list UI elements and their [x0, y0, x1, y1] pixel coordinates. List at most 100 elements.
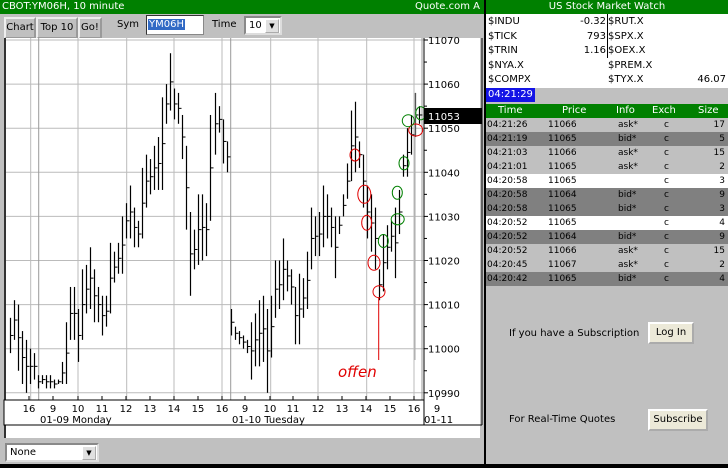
price-bar	[133, 207, 138, 248]
watch-row-compx[interactable]: $COMPX	[488, 73, 606, 87]
x-tick-label: 12	[120, 404, 133, 415]
trade-row: 04:21:03 11066 ask* c 15	[486, 146, 728, 160]
trade-price: 11065	[548, 274, 577, 284]
trade-price: 11065	[548, 204, 577, 214]
price-bar	[161, 97, 166, 190]
watch-row-rutx[interactable]: $RUT.X	[608, 15, 726, 29]
price-bar	[205, 203, 210, 257]
watch-row-trin[interactable]: $TRIN 1.16	[488, 44, 606, 58]
x-tick-label: 13	[336, 404, 349, 415]
trade-row: 04:20:45 11067 ask* c 2	[486, 258, 728, 272]
price-bar	[342, 194, 347, 217]
chart-panel: CBOT:YM06H, 10 minute Quote.com A Chart …	[0, 0, 484, 468]
annotation-green-circle	[401, 114, 415, 128]
trade-price: 11064	[548, 232, 577, 242]
header-info: Info	[616, 105, 635, 116]
price-bar	[73, 286, 78, 340]
trade-size: 15	[713, 148, 725, 158]
watch-row-indu[interactable]: $INDU -0.32	[488, 15, 606, 29]
watch-row-tick[interactable]: $TICK 793	[488, 30, 606, 44]
trade-time: 04:20:52	[487, 246, 528, 256]
price-bar	[294, 286, 299, 345]
x-tick-label: 14	[360, 404, 373, 415]
price-bar	[326, 194, 331, 239]
trade-exch: c	[664, 218, 669, 228]
price-bar	[181, 114, 186, 160]
price-bar	[246, 339, 251, 354]
price-bar	[201, 194, 206, 261]
price-bar	[53, 379, 58, 389]
price-bar	[286, 260, 291, 292]
price-bar	[37, 375, 42, 389]
study-select[interactable]: None ▼	[5, 443, 99, 462]
price-bar	[382, 234, 387, 292]
price-bar	[21, 331, 26, 384]
price-bar	[242, 335, 247, 349]
watch-row-nyax[interactable]: $NYA.X	[488, 59, 606, 73]
trade-row: 04:20:52 11064 bid* c 9	[486, 230, 728, 244]
trade-size: 2	[719, 162, 725, 172]
x-tick-label: 16	[23, 404, 36, 415]
x-tick-label: 9	[50, 404, 56, 415]
trade-price: 11066	[548, 246, 577, 256]
price-bar	[193, 229, 198, 270]
trade-info: ask*	[618, 148, 638, 158]
trade-exch: c	[664, 260, 669, 270]
x-tick-label: 11	[287, 404, 300, 415]
watch-value: 1.16	[583, 45, 606, 56]
price-bar	[209, 114, 214, 221]
study-select-value: None	[10, 447, 37, 458]
price-bar	[278, 260, 283, 310]
price-bar	[13, 300, 18, 340]
trade-price: 11067	[548, 260, 577, 270]
login-prompt: If you have a Subscription	[509, 328, 640, 339]
trade-exch: c	[664, 162, 669, 172]
watch-symbol: $OEX.X	[608, 45, 646, 56]
trade-exch: c	[664, 148, 669, 158]
trade-price: 11064	[548, 190, 577, 200]
price-bar	[250, 322, 255, 380]
trade-time: 04:21:03	[487, 148, 528, 158]
trade-row: 04:20:52 11065 c 4	[486, 216, 728, 230]
market-panel: US Stock Market Watch $INDU -0.32 $TICK 793…	[484, 0, 728, 468]
price-bar	[222, 119, 227, 164]
y-tick-label: 11000	[428, 345, 460, 356]
x-tick-label: 9	[434, 404, 440, 415]
price-bar	[354, 101, 359, 173]
y-tick-label: 11070	[428, 36, 460, 47]
login-button[interactable]: Log In	[648, 322, 694, 344]
trade-size: 17	[713, 120, 725, 130]
watch-row-spxx[interactable]: $SPX.X	[608, 30, 726, 44]
x-tick-label: 16	[216, 404, 229, 415]
watch-row-tyxx[interactable]: $TYX.X 46.07	[608, 73, 726, 87]
price-bar	[238, 331, 243, 345]
trade-info: bid*	[618, 204, 637, 214]
subscribe-button[interactable]: Subscribe	[648, 409, 708, 431]
watch-row-oexx[interactable]: $OEX.X	[608, 44, 726, 58]
price-bar	[29, 348, 34, 384]
trade-time: 04:20:58	[487, 176, 528, 186]
x-tick-label: 10	[264, 404, 277, 415]
trade-exch: c	[664, 246, 669, 256]
market-watch-title: US Stock Market Watch	[486, 0, 728, 14]
x-tick-label: 9	[242, 404, 248, 415]
x-tick-label: 15	[192, 404, 205, 415]
price-bar	[322, 185, 327, 248]
price-bar	[350, 110, 355, 182]
y-tick-label: 11010	[428, 301, 460, 312]
x-tick-label: 15	[384, 404, 397, 415]
price-bar	[109, 242, 114, 314]
price-bar	[89, 247, 94, 310]
trade-size: 4	[719, 218, 725, 228]
trade-info: bid*	[618, 274, 637, 284]
price-bar	[113, 251, 118, 283]
price-bar	[262, 295, 267, 362]
watch-row-premx[interactable]: $PREM.X	[608, 59, 726, 73]
x-tick-label: 13	[144, 404, 157, 415]
price-bar	[406, 128, 411, 177]
x-tick-label: 11	[96, 404, 109, 415]
price-bar	[298, 273, 303, 345]
trade-row: 04:21:26 11066 ask* c 17	[486, 118, 728, 132]
price-bar	[33, 353, 38, 380]
watch-value: 793	[586, 30, 606, 42]
